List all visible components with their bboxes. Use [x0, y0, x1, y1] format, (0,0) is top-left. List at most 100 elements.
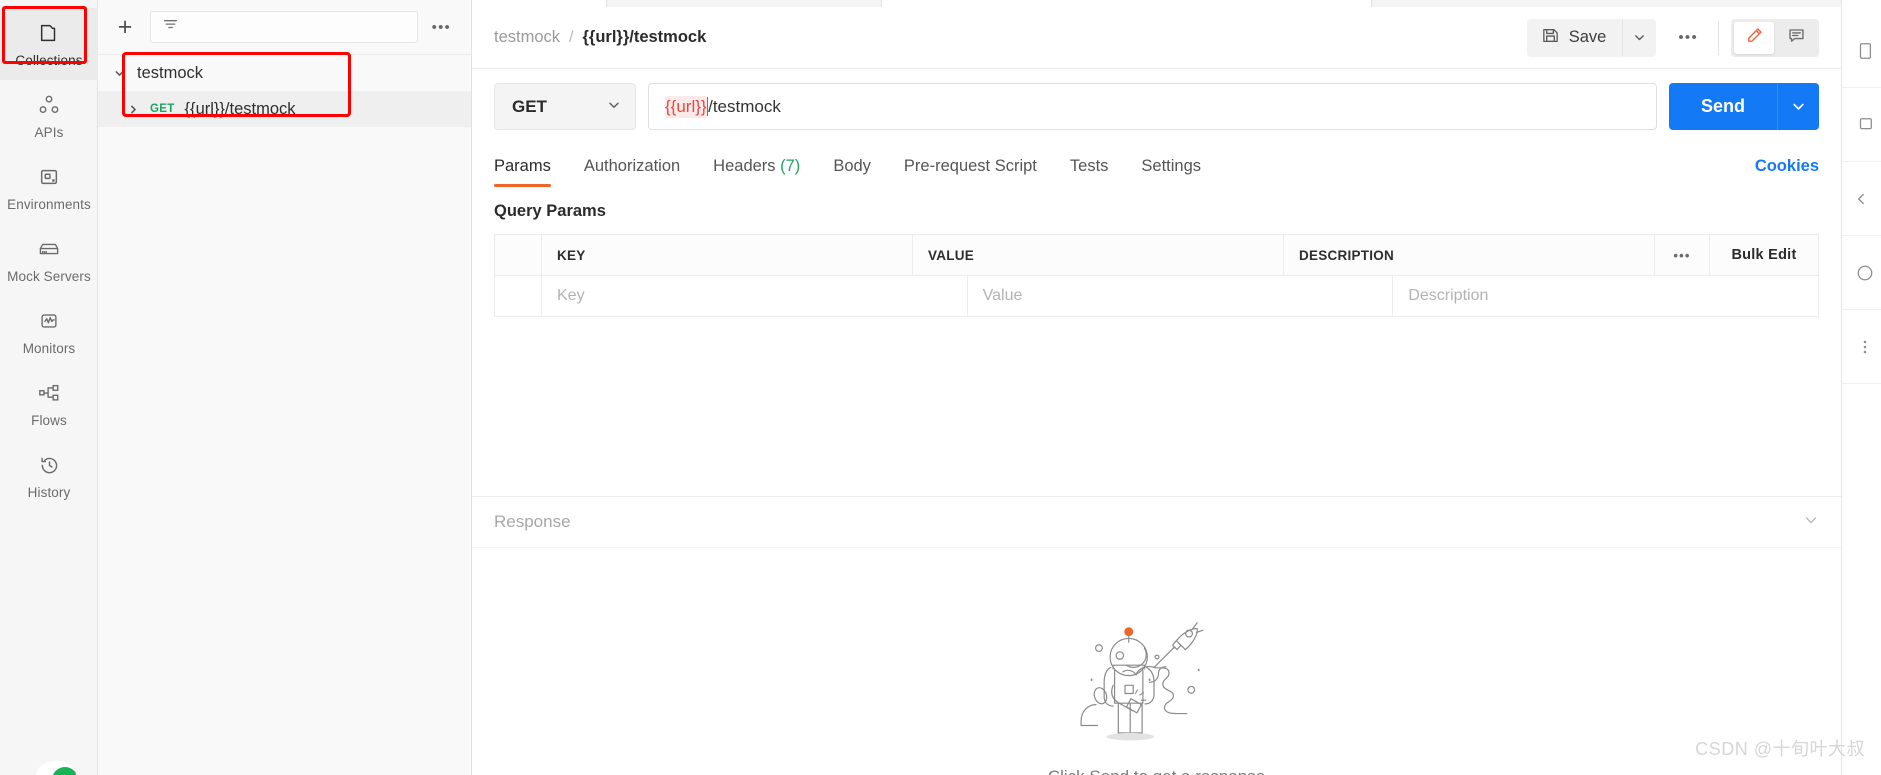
- sidebar-toolbar: + •••: [98, 0, 471, 55]
- right-rail-documentation[interactable]: [1842, 14, 1881, 88]
- right-rail-more[interactable]: [1842, 310, 1881, 384]
- comment-icon: [1787, 26, 1806, 50]
- tab-settings[interactable]: Settings: [1141, 157, 1201, 187]
- right-rail-comments[interactable]: [1842, 88, 1881, 162]
- header-value: VALUE: [913, 235, 1284, 275]
- left-icon-rail: Collections APIs Environments Mock Serve…: [0, 0, 98, 775]
- row-description-input[interactable]: Description: [1393, 276, 1818, 316]
- send-button-group: Send: [1668, 83, 1819, 130]
- chevron-down-icon: [607, 97, 621, 117]
- table-row[interactable]: Key Value Description: [495, 276, 1818, 317]
- tab-pre-request-script-label: Pre-request Script: [903, 157, 1037, 175]
- apis-icon: [36, 92, 62, 118]
- comments-button[interactable]: [1776, 22, 1816, 54]
- open-tab-3[interactable]: [882, 0, 1372, 7]
- tab-pre-request-script[interactable]: Pre-request Script: [904, 157, 1037, 187]
- tab-body[interactable]: Body: [833, 157, 871, 187]
- status-indicator-blob: [36, 761, 76, 775]
- request-url-input[interactable]: {{url}}/testmock: [648, 83, 1657, 130]
- save-label: Save: [1568, 28, 1607, 46]
- response-title: Response: [494, 512, 571, 531]
- header-checkbox-cell: [495, 235, 542, 275]
- request-name: {{url}}/testmock: [184, 99, 296, 118]
- rail-label-flows: Flows: [31, 413, 67, 428]
- request-more-actions-button[interactable]: •••: [1674, 23, 1702, 52]
- request-section-tabs: Params Authorization Headers (7) Body Pr…: [472, 143, 1841, 187]
- rail-item-history[interactable]: History: [0, 440, 98, 512]
- row-checkbox-cell[interactable]: [495, 276, 542, 316]
- response-header[interactable]: Response: [472, 496, 1841, 548]
- filter-icon: [162, 16, 179, 38]
- flows-icon: [36, 380, 62, 406]
- sidebar-filter-input[interactable]: [150, 11, 418, 43]
- row-key-input[interactable]: Key: [542, 276, 968, 316]
- response-empty-state: Click Send to get a response: [472, 548, 1841, 775]
- cookies-link[interactable]: Cookies: [1755, 157, 1819, 187]
- header-key: KEY: [542, 235, 913, 275]
- params-filler: [472, 317, 1841, 496]
- params-more-label: •••: [1673, 247, 1691, 263]
- chevron-right-icon[interactable]: [126, 102, 140, 116]
- rail-label-mock-servers: Mock Servers: [7, 269, 91, 284]
- breadcrumb-current[interactable]: {{url}}/testmock: [582, 28, 706, 47]
- breadcrumb-root[interactable]: testmock: [494, 28, 560, 47]
- send-button[interactable]: Send: [1668, 83, 1777, 130]
- tree-item-collection[interactable]: testmock: [98, 55, 471, 91]
- tree-item-request[interactable]: GET {{url}}/testmock: [98, 91, 471, 127]
- open-tab-2[interactable]: [607, 0, 882, 7]
- tab-authorization-label: Authorization: [583, 157, 681, 175]
- open-tab-1[interactable]: [472, 0, 607, 7]
- collections-tree: testmock GET {{url}}/testmock: [98, 55, 471, 127]
- save-options-dropdown[interactable]: [1622, 18, 1657, 57]
- tab-settings-label: Settings: [1141, 157, 1202, 175]
- breadcrumb-bar: testmock / {{url}}/testmock Save •••: [472, 7, 1841, 69]
- save-button[interactable]: Save: [1526, 18, 1623, 57]
- rail-label-monitors: Monitors: [22, 341, 76, 356]
- request-tab-strip: [472, 0, 1841, 7]
- tab-headers-count: (7): [780, 157, 801, 175]
- rail-label-environments: Environments: [7, 197, 91, 212]
- rail-label-history: History: [27, 485, 71, 500]
- request-method-badge: GET: [150, 103, 175, 115]
- main-content: testmock / {{url}}/testmock Save ••• GET…: [472, 0, 1841, 775]
- open-tab-4[interactable]: [1372, 0, 1841, 7]
- view-toggle-group: [1731, 18, 1819, 57]
- rail-item-flows[interactable]: Flows: [0, 368, 98, 440]
- bulk-edit-button[interactable]: Bulk Edit: [1710, 235, 1818, 275]
- right-rail-info[interactable]: [1842, 236, 1881, 310]
- rail-item-apis[interactable]: APIs: [0, 80, 98, 152]
- rail-item-mock-servers[interactable]: Mock Servers: [0, 224, 98, 296]
- rail-item-collections[interactable]: Collections: [0, 8, 98, 80]
- postman-app-window: Collections APIs Environments Mock Serve…: [0, 0, 1881, 775]
- right-rail-code[interactable]: [1842, 162, 1881, 236]
- url-path-text: /testmock: [708, 96, 781, 116]
- breadcrumb-separator: /: [569, 28, 574, 46]
- monitors-icon: [36, 308, 62, 334]
- send-options-dropdown[interactable]: [1777, 83, 1819, 130]
- environments-icon: [36, 164, 62, 190]
- collections-sidebar: + ••• testmock GET {{url}}/testmock: [98, 0, 472, 775]
- mock-servers-icon: [36, 236, 62, 262]
- tab-params[interactable]: Params: [494, 157, 551, 187]
- new-item-button[interactable]: +: [112, 14, 138, 40]
- edit-mode-button[interactable]: [1734, 21, 1774, 54]
- http-method-select[interactable]: GET: [494, 83, 636, 130]
- collections-icon: [36, 20, 62, 46]
- table-header-row: KEY VALUE DESCRIPTION ••• Bulk Edit: [495, 235, 1818, 276]
- save-icon: [1541, 26, 1560, 50]
- tab-headers[interactable]: Headers (7): [713, 157, 800, 187]
- params-more-button[interactable]: •••: [1654, 235, 1710, 275]
- bulk-edit-label: Bulk Edit: [1731, 247, 1797, 263]
- right-icon-rail: [1841, 0, 1881, 775]
- tab-params-label: Params: [494, 157, 551, 175]
- tab-authorization[interactable]: Authorization: [584, 157, 680, 187]
- sidebar-more-button[interactable]: •••: [430, 15, 453, 40]
- row-value-input[interactable]: Value: [968, 276, 1394, 316]
- response-collapse-chevron-icon[interactable]: [1803, 512, 1819, 533]
- tab-tests-label: Tests: [1069, 157, 1109, 175]
- rail-item-environments[interactable]: Environments: [0, 152, 98, 224]
- chevron-down-icon[interactable]: [112, 66, 126, 80]
- tab-tests[interactable]: Tests: [1070, 157, 1109, 187]
- rail-item-monitors[interactable]: Monitors: [0, 296, 98, 368]
- query-params-title: Query Params: [494, 202, 606, 220]
